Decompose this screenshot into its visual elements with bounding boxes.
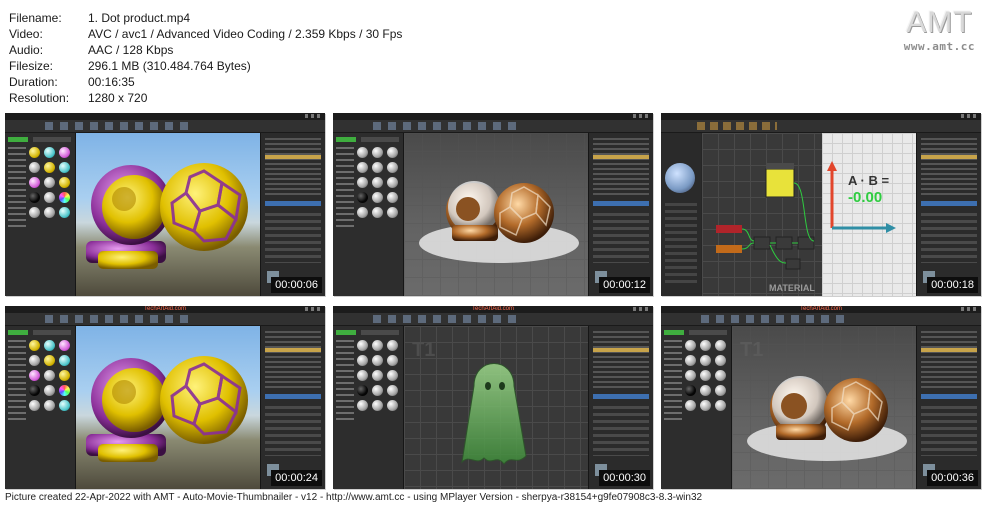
scene-viewport: [76, 133, 260, 296]
details-panel: [260, 133, 325, 296]
editor-toolbar: [333, 120, 653, 133]
details-panel: [260, 326, 325, 489]
info-value: AAC / 128 Kbps: [88, 43, 174, 57]
timestamp-badge: 00:00:24: [271, 470, 322, 486]
details-panel: [916, 326, 981, 489]
scene-viewport: [404, 133, 588, 296]
timestamp-badge: 00:00:30: [599, 470, 650, 486]
info-value: AVC / avc1 / Advanced Video Coding / 2.3…: [88, 27, 403, 41]
file-info: Filename: 1. Dot product.mp4 Video: AVC …: [9, 10, 402, 106]
watermark-text: TechArtAid.com: [471, 306, 514, 312]
video-thumbnail[interactable]: 00:00:06: [5, 113, 325, 296]
info-key: Filename:: [9, 11, 62, 25]
info-value: 296.1 MB (310.484.764 Bytes): [88, 59, 251, 73]
scene-viewport: T1: [404, 326, 588, 489]
content-browser: [333, 133, 404, 296]
info-row-filesize: Filesize: 296.1 MB (310.484.764 Bytes): [9, 58, 402, 74]
info-key: Resolution:: [9, 91, 70, 105]
scene-viewport: [76, 326, 260, 489]
material-preview-grid: [29, 340, 73, 460]
editor-toolbar: [661, 313, 981, 326]
video-thumbnail[interactable]: TechArtAid.com T1 00:00:36: [661, 306, 981, 489]
footer-credit: Picture created 22-Apr-2022 with AMT - A…: [5, 492, 703, 503]
content-browser: [5, 326, 76, 489]
timestamp-badge: 00:00:06: [271, 277, 322, 293]
editor-toolbar: [5, 313, 325, 326]
info-row-audio: Audio: AAC / 128 Kbps: [9, 42, 402, 58]
dot-product-illustration: A · B = -0.00: [822, 133, 917, 296]
watermark-text: TechArtAid.com: [143, 306, 186, 312]
info-key: Filesize:: [9, 59, 54, 73]
info-value: 00:16:35: [88, 75, 135, 89]
material-preview-grid: [29, 147, 73, 267]
info-value: 1. Dot product.mp4: [88, 11, 191, 25]
logo-mark: AMT: [906, 6, 973, 39]
info-key: Duration:: [9, 75, 58, 89]
info-key: Audio:: [9, 43, 44, 57]
material-preview-grid: [685, 340, 729, 460]
material-preview-panel: [661, 133, 701, 296]
details-panel: [588, 326, 653, 489]
editor-toolbar: [661, 120, 981, 133]
info-row-duration: Duration: 00:16:35: [9, 74, 402, 90]
info-row-video: Video: AVC / avc1 / Advanced Video Codin…: [9, 26, 402, 42]
details-panel: [588, 133, 653, 296]
info-row-resolution: Resolution: 1280 x 720: [9, 90, 402, 106]
material-preview-grid: [357, 147, 401, 267]
watermark-text: TechArtAid.com: [799, 306, 842, 312]
info-key: Video:: [9, 27, 43, 41]
amt-logo: AMT www.amt.cc: [903, 6, 975, 54]
info-row-filename: Filename: 1. Dot product.mp4: [9, 10, 402, 26]
material-corner-label: MATERIAL: [769, 283, 815, 293]
material-graph: [702, 133, 822, 296]
content-browser: [661, 326, 732, 489]
scene-viewport: T1: [732, 326, 916, 489]
material-preview-grid: [357, 340, 401, 460]
video-thumbnail[interactable]: 00:00:12: [333, 113, 653, 296]
content-browser: [333, 326, 404, 489]
svg-text:T1: T1: [740, 339, 763, 361]
logo-site: www.amt.cc: [903, 40, 975, 53]
editor-toolbar: [333, 313, 653, 326]
timestamp-badge: 00:00:12: [599, 277, 650, 293]
timestamp-badge: 00:00:18: [927, 277, 978, 293]
content-browser: [5, 133, 76, 296]
timestamp-badge: 00:00:36: [927, 470, 978, 486]
svg-text:T1: T1: [412, 339, 435, 361]
video-thumbnail[interactable]: TechArtAid.com T1 00:00:30: [333, 306, 653, 489]
video-thumbnail[interactable]: A · B = -0.00 MATERIAL 00:00:18: [661, 113, 981, 296]
info-value: 1280 x 720: [88, 91, 148, 105]
editor-toolbar: [5, 120, 325, 133]
details-panel: [916, 133, 981, 296]
video-thumbnail[interactable]: TechArtAid.com 00:00:24: [5, 306, 325, 489]
